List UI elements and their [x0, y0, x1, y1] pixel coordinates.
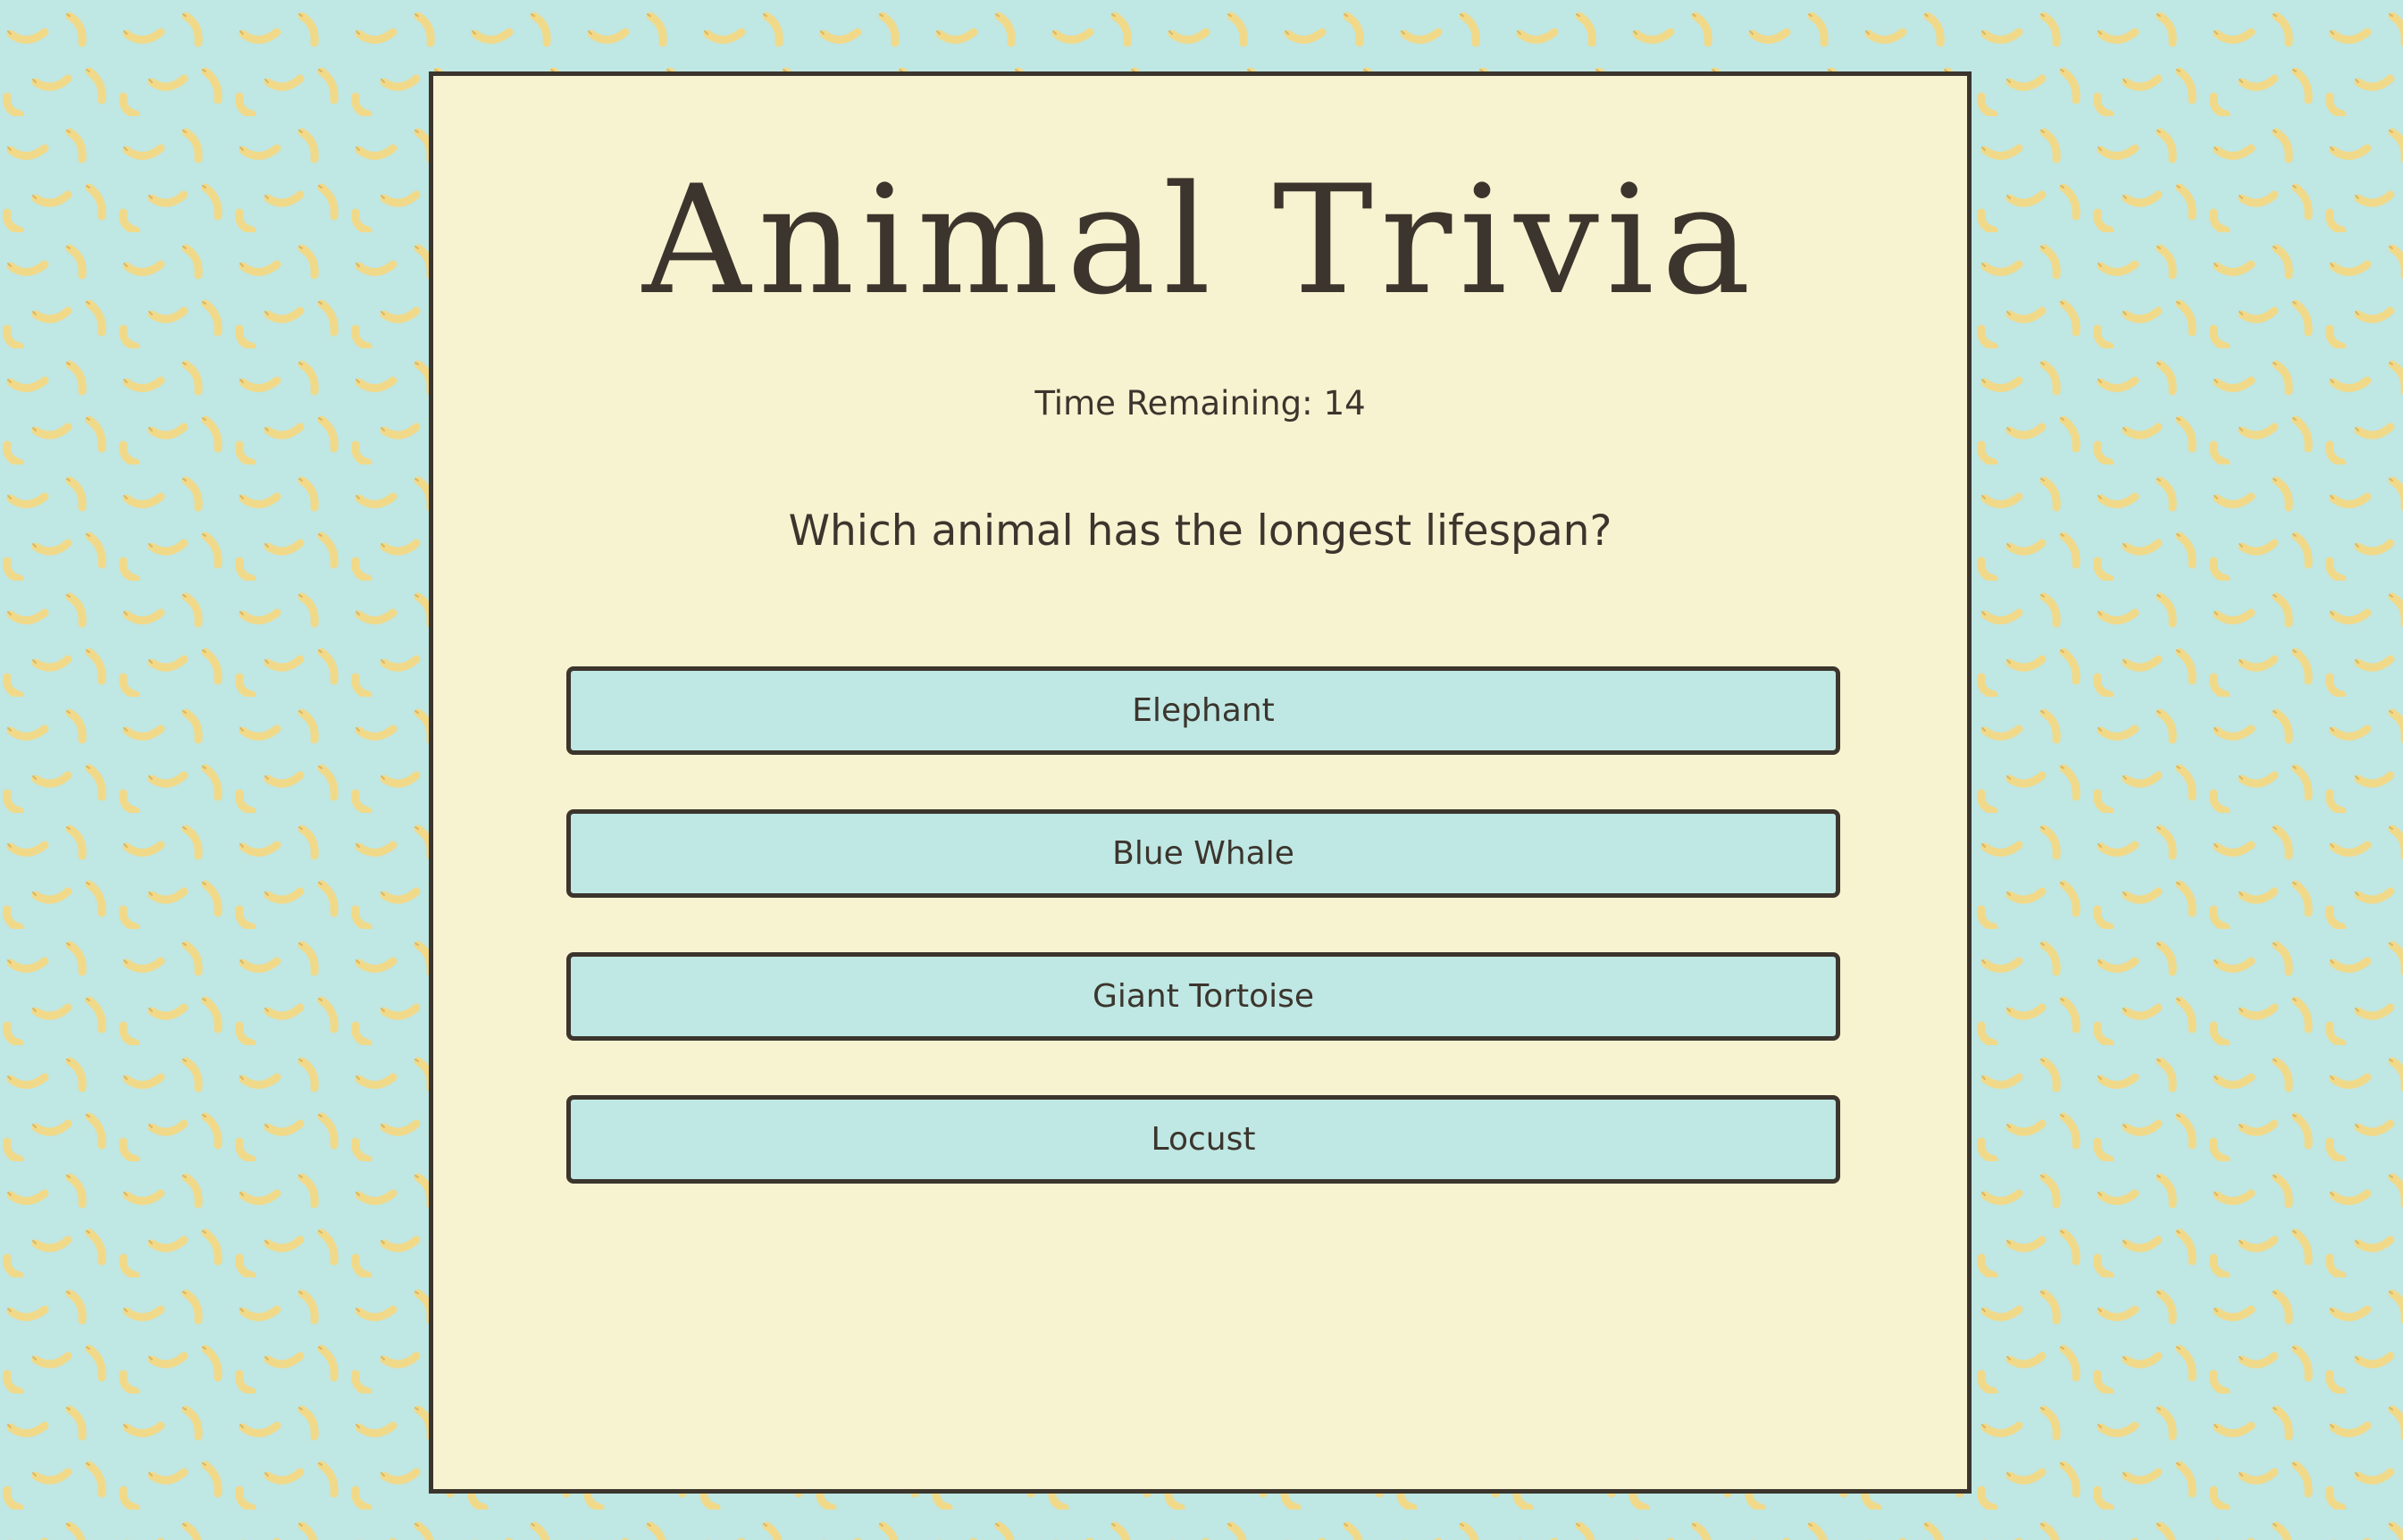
- answer-list: Elephant Blue Whale Giant Tortoise Locus…: [566, 666, 1840, 1238]
- answer-button-elephant[interactable]: Elephant: [566, 666, 1840, 755]
- trivia-card: Animal Trivia Time Remaining: 14 Which an…: [429, 71, 1972, 1494]
- timer: Time Remaining: 14: [433, 384, 1967, 423]
- answer-button-giant-tortoise[interactable]: Giant Tortoise: [566, 952, 1840, 1041]
- answer-button-blue-whale[interactable]: Blue Whale: [566, 809, 1840, 898]
- page-title: Animal Trivia: [642, 153, 1758, 328]
- question-text: Which animal has the longest lifespan?: [788, 506, 1612, 556]
- answer-button-locust[interactable]: Locust: [566, 1095, 1840, 1184]
- timer-value: 14: [1323, 384, 1366, 423]
- timer-label: Time Remaining:: [1034, 384, 1313, 423]
